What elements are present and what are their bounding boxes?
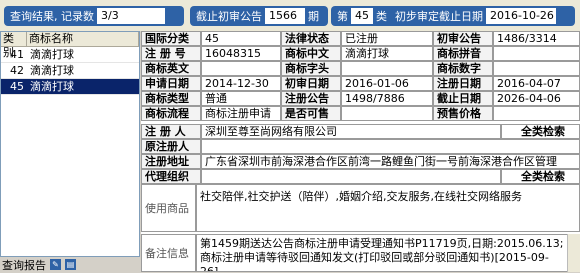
result-count-box: 查询结果, 记录数 3/3 [4,6,184,26]
edit-icon[interactable]: ✎ [50,259,61,270]
flow-label: 商标流程 [141,106,201,121]
reg-notice-label: 注册公告 [281,91,341,106]
legal-status-value: 已注册 [341,31,433,46]
english-label: 商标英文 [141,61,201,76]
col-name-header[interactable]: 商标名称 [27,32,139,46]
legal-status-label: 法律状态 [281,31,341,46]
list-item-class: 42 [10,64,24,77]
report-label: 查询报告 [2,258,46,272]
list-item[interactable]: 41 滴滴打球 [1,47,139,63]
deadline-label: 截止初审公告 [196,10,262,23]
list-item-name: 滴滴打球 [30,80,74,93]
trademark-detail: 国际分类 45 法律状态 已注册 初审公告 1486/3314 注 册 号 16… [141,31,580,272]
intl-class-value: 45 [201,31,281,46]
search-all-classes-button-2[interactable]: 全类检索 [501,169,580,184]
goods-value: 社交陪伴,社交护送（陪伴）,婚姻介绍,交友服务,在线社交网络服务 [196,184,580,232]
prelim-notice-label: 初审公告 [433,31,493,46]
print-icon[interactable]: ▤ [65,259,76,270]
orig-reg-value [201,139,580,154]
list-item-selected[interactable]: 45 滴滴打球 [1,79,139,95]
result-count-value: 3/3 [97,8,165,24]
agent-value [201,169,501,184]
result-label: 查询结果, 记录数 [10,10,94,23]
shared-value [341,106,433,121]
expire-label: 截止日期 [433,91,493,106]
class-prelim-box: 第 45 类 初步审定截止日期 2016-10-26 [331,6,575,26]
notes-label: 备注信息 [141,234,196,272]
list-item-name: 滴滴打球 [30,64,74,77]
apply-date-label: 申请日期 [141,76,201,91]
prelim-date-value: 2016-01-06 [341,76,433,91]
name-cn-value: 滴滴打球 [341,46,433,61]
shared-label: 是否可售 [281,106,341,121]
class-input[interactable]: 45 [351,8,373,24]
pinyin-value [493,46,580,61]
apply-date-value: 2014-12-30 [201,76,281,91]
prelim-date-input[interactable]: 2016-10-26 [486,8,556,24]
type-label: 商标类型 [141,91,201,106]
registrant-value: 深圳至尊至尚网络有限公司 [201,124,501,139]
head-value [341,61,433,76]
list-item-name: 滴滴打球 [30,48,74,61]
agent-label: 代理组织 [141,169,201,184]
notes-scrollbar[interactable] [567,234,580,272]
reg-date-label: 注册日期 [433,76,493,91]
class-prefix: 第 [337,10,348,23]
english-value [201,61,281,76]
prelim-notice-value: 1486/3314 [493,31,580,46]
trademark-list: 类别 商标名称 41 滴滴打球 42 滴滴打球 45 滴滴打球 [0,31,140,257]
reg-no-value: 16048315 [201,46,281,61]
prelim-label: 初步审定截止日期 [395,10,483,23]
registrant-label: 注 册 人 [141,124,201,139]
name-cn-label: 商标中文 [281,46,341,61]
deadline-unit: 期 [308,10,319,23]
pinyin-label: 商标拼音 [433,46,493,61]
digits-value [493,61,580,76]
digits-label: 商标数字 [433,61,493,76]
expire-value: 2026-04-06 [493,91,580,106]
head-label: 商标字头 [281,61,341,76]
deadline-input[interactable]: 1566 [265,8,305,24]
top-toolbar: 查询结果, 记录数 3/3 截止初审公告 1566 期 第 45 类 初步审定截… [0,0,580,31]
status-bar: 查询报告 ✎ ▤ [0,257,140,272]
prelim-date-label: 初审日期 [281,76,341,91]
notes-value: 第1459期送达公告商标注册申请受理通知书P11719页,日期:2015.06.… [196,234,568,272]
reg-no-label: 注 册 号 [141,46,201,61]
orig-reg-label: 原注册人 [141,139,201,154]
reg-notice-value: 1498/7886 [341,91,433,106]
goods-label: 使用商品 [141,184,196,232]
deadline-box: 截止初审公告 1566 期 [190,6,328,26]
price-value [493,106,580,121]
flow-value[interactable]: 商标注册申请 [201,106,281,121]
address-value: 广东省深圳市前海深港合作区前湾一路鲤鱼门街一号前海深港合作区管理 [201,154,580,169]
type-value: 普通 [201,91,281,106]
intl-class-label: 国际分类 [141,31,201,46]
address-label: 注册地址 [141,154,201,169]
class-suffix: 类 [376,10,387,23]
list-item-class: 41 [10,48,24,61]
reg-date-value: 2016-04-07 [493,76,580,91]
list-header: 类别 商标名称 [1,32,139,59]
search-all-classes-button[interactable]: 全类检索 [501,124,580,139]
list-item[interactable]: 42 滴滴打球 [1,63,139,79]
col-class-header[interactable]: 类别 [1,32,27,59]
price-label: 预售价格 [433,106,493,121]
list-item-class: 45 [10,80,24,93]
